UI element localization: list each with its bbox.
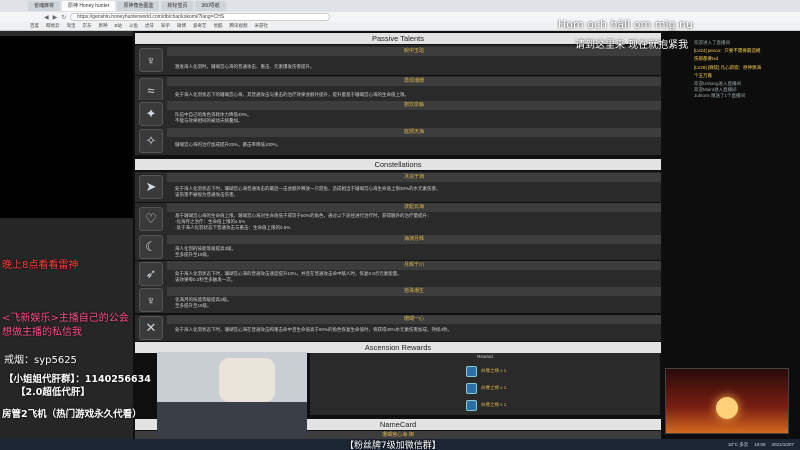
reward-label: 纠缠之缘 x 1 xyxy=(481,368,507,373)
constellation-row: ☾ 海渊月辉 海人化羽的技能等级提高3级。 至多提升至15级。 xyxy=(135,234,661,260)
left-video-area xyxy=(0,36,133,218)
constellation-desc: 化海月的技能等级提高3级。 至多提升至15级。 xyxy=(175,297,232,308)
browser-tab[interactable]: 原神角色图鉴 xyxy=(117,1,160,11)
game-preview xyxy=(665,368,789,434)
overlay-service: 【2.0超低代肝】 xyxy=(16,387,90,398)
constellation-title: 珊瑚一心 xyxy=(167,315,661,324)
constellation-row: ➤ 沐浴于渊 处于海人化羽状态下时，珊瑚宫心海普通攻击的最后一击会额外释放一只游… xyxy=(135,172,661,202)
fish-icon: ➤ xyxy=(139,175,163,199)
chat-line: [LV24] pecca：只要不需要最造模 xyxy=(694,48,761,53)
wave-icon: ≈ xyxy=(139,78,163,102)
constellation-row: ➶ 月辉千川 处于海人化羽状态下时，珊瑚宫心海的普通攻击速度提升10%，并且在普… xyxy=(135,261,661,287)
bookmark[interactable]: 米游社 xyxy=(255,23,269,29)
jellyfish-icon: ♆ xyxy=(139,288,163,312)
reward-label: 纠缠之缘 x 1 xyxy=(481,402,507,407)
browser-tab[interactable]: 新标签页 xyxy=(161,1,194,11)
constellation-title: 海渊月辉 xyxy=(167,235,661,244)
constellation-title: 拾珠潮生 xyxy=(167,287,661,296)
webcam-overlay xyxy=(157,352,307,437)
wing-icon: ➶ xyxy=(139,262,163,286)
cross-icon: ✕ xyxy=(139,316,163,340)
constellation-desc: 海人化羽的技能等级提高3级。 至多提升至15级。 xyxy=(175,246,237,257)
passive-desc: 激发海人化羽时，珊瑚宫心海的普通攻击、重击、元素爆发伤害提升。 xyxy=(175,64,315,69)
lyric-line-2: 请到这里来 现在就抱紧我 xyxy=(575,40,689,51)
constellation-row: ♆ 拾珠潮生 化海月的技能等级提高3级。 至多提升至15级。 xyxy=(135,287,661,313)
constellation-title: 沐浴于渊 xyxy=(167,173,661,182)
bookmark[interactable]: 淘宝 xyxy=(67,23,76,29)
back-icon[interactable]: ◀ xyxy=(44,14,49,21)
overlay-dm: 想做主播的私信我 xyxy=(2,327,82,338)
constellation-title: 波起云海 xyxy=(167,203,661,212)
bookmark[interactable]: 虎牙 xyxy=(145,23,154,29)
constellation-row: ♡ 波起云海 基于珊瑚宫心海的生命值上限，珊瑚宫心海对生命值低于或等于50%的角… xyxy=(135,203,661,235)
bookmark[interactable]: 优酷 xyxy=(214,23,223,29)
constellation-row: ✕ 珊瑚一心 处于海人化羽状态下时，珊瑚宫心海在普通攻击和重击命中且生命值高于8… xyxy=(135,315,661,341)
bookmark[interactable]: B站 xyxy=(115,23,123,29)
passive-title: 再现潮珊 xyxy=(167,77,661,86)
fan-banner: 【粉丝牌7级加微信群】 xyxy=(345,441,441,450)
bookmark[interactable]: 京东 xyxy=(83,23,92,29)
lyric-line-1: Hom och häll om mig nu xyxy=(558,18,693,31)
reward-icon xyxy=(466,399,477,411)
sparkle-icon: ✧ xyxy=(139,129,163,153)
url-input[interactable]: https://genshin.honeyhunterworld.com/db/… xyxy=(70,13,331,21)
constellation-desc: 基于珊瑚宫心海的生命值上限，珊瑚宫心海对生命值低于或等于50%的角色，通过以下途… xyxy=(175,213,432,230)
bookmark[interactable]: 百度 xyxy=(30,23,39,29)
chat-line: Jubtons 赠送了1个直播间 xyxy=(694,93,746,98)
constellation-title: 月辉千川 xyxy=(167,261,661,270)
overlay-notice: 晚上8点看看雷神 xyxy=(2,260,79,271)
passive-title: 匏饮泉觞 xyxy=(167,101,661,110)
chat-line: 伤那都要Ixd xyxy=(694,56,719,61)
constellation-desc: 处于海人化羽状态下时，珊瑚宫心海普通攻击的最后一击会额外释放一只游鱼，造成相当于… xyxy=(175,186,441,197)
bookmark[interactable]: 斗鱼 xyxy=(129,23,138,29)
reward-item: 纠缠之缘 x 1 xyxy=(466,382,546,394)
moon-icon: ☾ xyxy=(139,235,163,259)
passive-row: ✧ 庭颁天海 珊瑚宫心海的治疗加成提升25%，暴击率降低100%。 xyxy=(135,127,661,155)
chat-line: 欢迎进入了直播间 xyxy=(694,40,730,45)
reward-item: 纠缠之缘 x 1 xyxy=(466,399,546,411)
constellations-header: Constellations xyxy=(135,159,661,170)
passive-desc: 处于海人化羽状态下的珊瑚宫心海，其普通攻击与重击的治疗效果会额外提升，提升量基于… xyxy=(175,92,409,97)
passive-desc: 珊瑚宫心海的治疗加成提升25%，暴击率降低100%。 xyxy=(175,142,282,147)
overlay-quit-smoking: 戒烟：syp5625 xyxy=(4,355,77,366)
fish-icon: ✦ xyxy=(139,102,163,126)
reward-label: 纠缠之缘 x 1 xyxy=(481,385,507,390)
weather-text[interactable]: 18°C 多云 xyxy=(728,442,748,448)
overlay-guild: <飞新娱乐>主播自己的公会 xyxy=(2,313,129,324)
reward-icon xyxy=(466,365,477,377)
streamer xyxy=(219,358,275,402)
reward-item: 纠缠之缘 x 1 xyxy=(466,365,546,377)
bookmark[interactable]: 微博 xyxy=(177,23,186,29)
clock-date[interactable]: 2021/10/07 xyxy=(771,442,794,447)
chat-line: 个五万嘉 xyxy=(694,73,712,78)
forward-icon[interactable]: ▶ xyxy=(53,14,58,21)
bookmark[interactable]: 腾讯视频 xyxy=(230,23,248,29)
overlay-group: 【小姐姐代肝群】：1140256634 xyxy=(4,374,151,385)
passive-desc: 队伍中自己的角色消耗体力降低20%。 不能与效果相同的被动天赋叠加。 xyxy=(175,112,252,123)
clock-time[interactable]: 19:05 xyxy=(754,442,765,447)
jellyfish-icon: ♆ xyxy=(139,48,163,72)
passive-row: ✦ 匏饮泉觞 队伍中自己的角色消耗体力降低20%。 不能与效果相同的被动天赋叠加… xyxy=(135,100,661,128)
reward-header: Reward xyxy=(477,354,493,359)
refresh-icon[interactable]: ↻ xyxy=(61,14,66,21)
browser-tab[interactable]: 原神 Honey hunter xyxy=(62,1,116,11)
chat-line: [LV28] [微软] 凡心寂寂：原神佩海 xyxy=(694,65,762,70)
bookmark[interactable]: 爱奇艺 xyxy=(193,23,207,29)
reward-table: Reward 纠缠之缘 x 1 纠缠之缘 x 1 纠缠之缘 x 1 xyxy=(310,353,660,415)
heart-icon: ♡ xyxy=(139,207,163,231)
overlay-admin: 房管2飞机（热门游戏永久代看） xyxy=(2,409,142,420)
tab-bar: 雀魂麻将 原神 Honey hunter 原神角色图鉴 新标签页 360导航 xyxy=(0,0,800,12)
browser-tab[interactable]: 雀魂麻将 xyxy=(28,1,61,11)
browser-tab[interactable]: 360导航 xyxy=(195,1,226,11)
bookmark[interactable]: 原神 xyxy=(99,23,108,29)
reward-icon xyxy=(466,382,477,394)
bookmark[interactable]: 知乎 xyxy=(161,23,170,29)
bookmark[interactable]: 网易云 xyxy=(46,23,60,29)
keyboard xyxy=(157,402,307,437)
constellation-desc: 处于海人化羽状态下时，珊瑚宫心海在普通攻击和重击命中且生命值高于80%的角色恢复… xyxy=(175,327,453,332)
passive-title: 庭颁天海 xyxy=(167,128,661,137)
constellation-desc: 处于海人化羽状态下时，珊瑚宫心海的普通攻击速度提升10%，并且在普通攻击命中敌人… xyxy=(175,271,402,282)
game-glow xyxy=(716,397,738,419)
